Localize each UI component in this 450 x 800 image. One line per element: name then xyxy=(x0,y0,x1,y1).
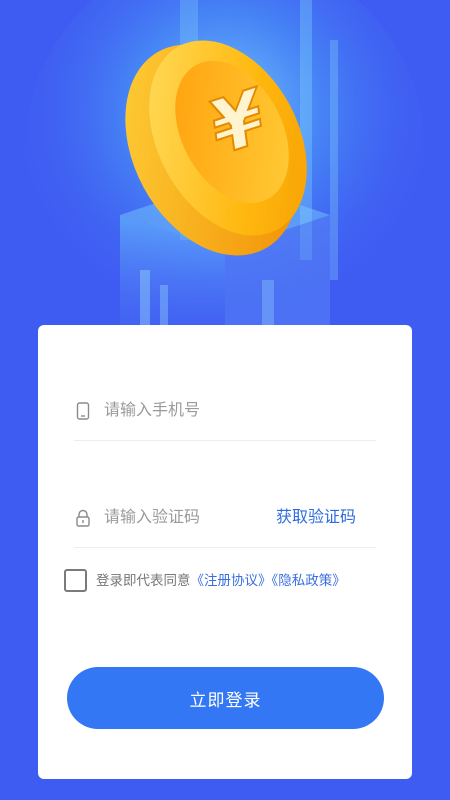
phone-input-placeholder: 请输入手机号 xyxy=(104,400,201,419)
login-button[interactable]: 立即登录 xyxy=(67,667,384,729)
yen-coin-icon: ¥ xyxy=(0,0,450,340)
privacy-policy-link[interactable]: 《隐私政策》 xyxy=(272,573,346,589)
phone-icon xyxy=(76,402,90,420)
code-input-placeholder: 请输入验证码 xyxy=(104,507,201,526)
login-card: 请输入手机号 请输入验证码 获取验证码 登录即代表同意《注册协议》《隐私政策》 … xyxy=(38,325,412,779)
verification-code-field[interactable]: 请输入验证码 获取验证码 xyxy=(74,487,376,548)
agreement-checkbox[interactable] xyxy=(64,569,87,592)
lock-icon xyxy=(76,509,90,527)
agreement-prefix: 登录即代表同意 xyxy=(96,573,191,589)
register-agreement-link[interactable]: 《注册协议》 xyxy=(191,573,272,589)
agreement-row: 登录即代表同意《注册协议》《隐私政策》 xyxy=(64,569,394,593)
agreement-text: 登录即代表同意《注册协议》《隐私政策》 xyxy=(96,571,346,591)
phone-field[interactable]: 请输入手机号 xyxy=(74,380,376,441)
hero-illustration: ¥ xyxy=(0,0,450,340)
get-code-button[interactable]: 获取验证码 xyxy=(276,505,356,529)
